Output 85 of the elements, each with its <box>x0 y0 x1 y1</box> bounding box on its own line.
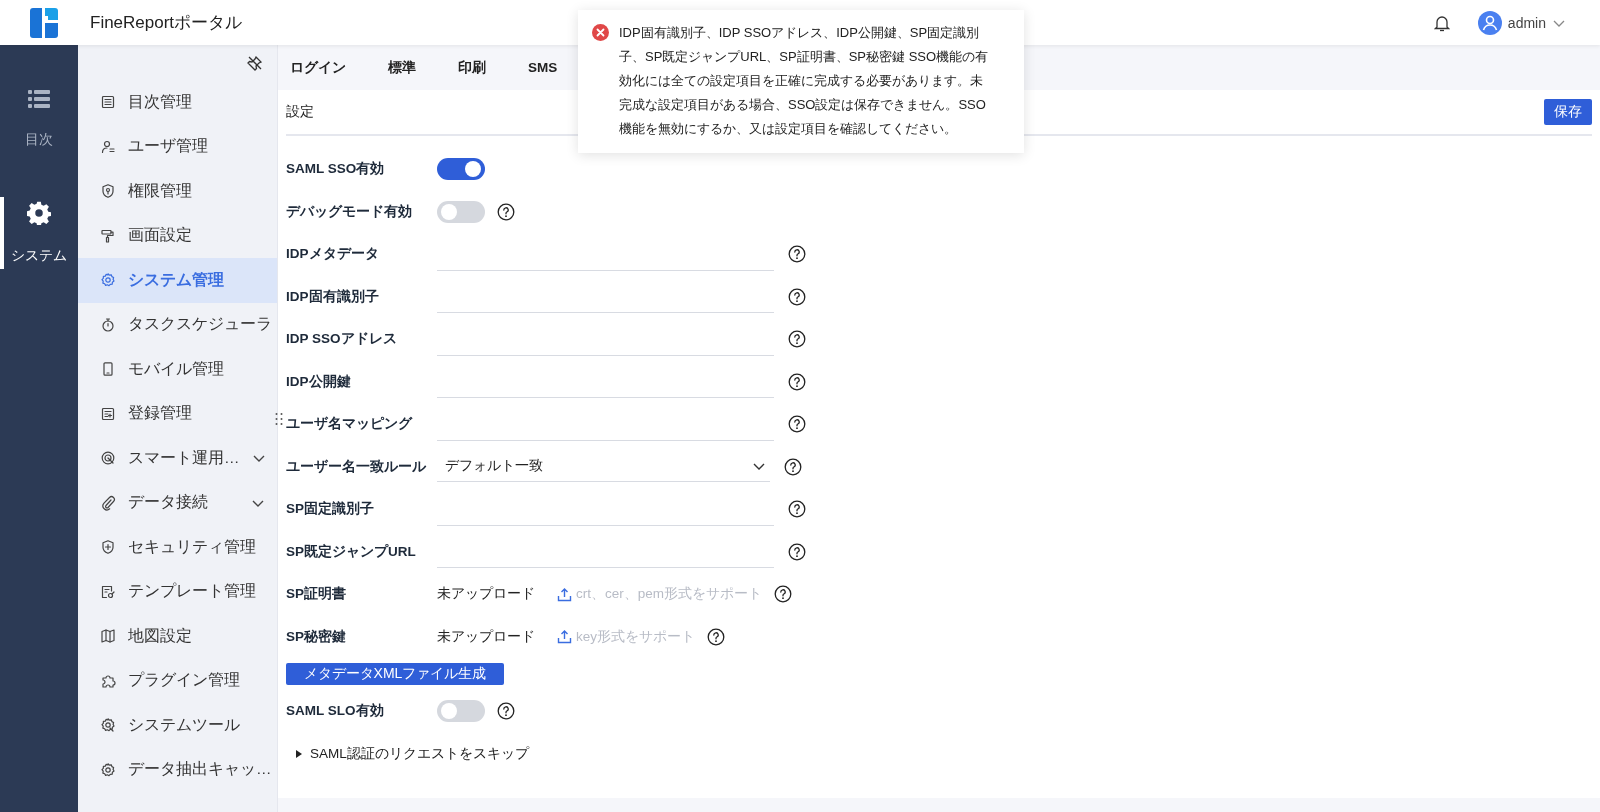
help-icon[interactable] <box>784 457 802 476</box>
sidebar-item[interactable]: 地図設定 <box>78 614 277 659</box>
puzzle-icon <box>100 672 116 689</box>
sidebar-item[interactable]: システム管理 <box>78 258 277 303</box>
radar-icon <box>100 450 116 467</box>
upload-icon <box>557 629 572 645</box>
list-icon <box>100 94 116 111</box>
list-icon <box>28 89 50 109</box>
field-label: IDP SSOアドレス <box>286 330 398 349</box>
sidebar-item[interactable]: データ抽出キャッ… <box>78 747 277 792</box>
sidebar-item[interactable]: データ接続 <box>78 480 277 525</box>
upload-status: 未アップロード <box>437 585 536 604</box>
paint-roller-icon <box>100 227 116 244</box>
help-icon[interactable] <box>497 702 515 721</box>
sidebar-item[interactable]: スマート運用… <box>78 436 277 481</box>
sidebar-item[interactable]: テンプレート管理 <box>78 569 277 614</box>
field-label: SAML SLO有効 <box>286 702 385 721</box>
field-label: SP秘密鍵 <box>286 627 347 646</box>
sidebar-item[interactable]: システムツール <box>78 703 277 748</box>
field-label: デバッグモード有効 <box>286 202 413 221</box>
phone-icon <box>100 361 116 378</box>
tab[interactable]: 印刷 <box>458 45 486 90</box>
upload-status: 未アップロード <box>437 627 536 646</box>
logo-icon <box>28 6 60 39</box>
app-title: FineReportポータル <box>90 12 243 34</box>
help-icon[interactable] <box>788 330 806 349</box>
help-icon[interactable] <box>788 372 806 391</box>
tab[interactable]: 標準 <box>388 45 416 90</box>
dropdown[interactable]: デフォルト一致 <box>437 451 770 482</box>
help-icon[interactable] <box>788 287 806 306</box>
toggle-switch[interactable] <box>437 158 485 181</box>
sidebar-item[interactable]: 登録管理 <box>78 391 277 436</box>
sidebar-item[interactable]: 目次管理 <box>78 80 277 125</box>
field-label: SP固定識別子 <box>286 500 375 519</box>
help-icon[interactable] <box>707 627 725 646</box>
sidebar-item[interactable]: モバイル管理 <box>78 347 277 392</box>
help-icon[interactable] <box>497 202 515 221</box>
shield-icon <box>100 183 116 200</box>
error-message: IDP固有識別子、IDP SSOアドレス、IDP公開鍵、SP固定識別子、SP既定ジャンプURL、SP証明書、SP秘密鍵 SSO機能の有効化には全ての設定項目を正確に完成する必要があります。未完成な設定項目がある場合、SSO設定は保存できません。SSO機能を無効にするか、又は設定項目を確認してください。 <box>619 24 990 138</box>
bell-icon[interactable] <box>1433 13 1450 32</box>
disclosure-toggle[interactable]: SAML認証のリクエストをスキップ <box>286 744 529 763</box>
help-icon[interactable] <box>774 585 792 604</box>
document-edit-icon <box>100 583 116 600</box>
sidebar-item[interactable]: セキュリティ管理 <box>78 525 277 570</box>
shield-plus-icon <box>100 539 116 556</box>
form-icon <box>100 405 116 422</box>
tab[interactable]: SMS <box>528 45 558 90</box>
avatar-icon[interactable] <box>1477 10 1502 35</box>
help-icon[interactable] <box>788 415 806 434</box>
error-icon <box>592 24 609 41</box>
save-button[interactable]: 保存 <box>1544 99 1592 125</box>
field-label: IDP公開鍵 <box>286 372 352 391</box>
tab[interactable]: ログイン <box>290 45 346 90</box>
sidebar-item[interactable]: 権限管理 <box>78 169 277 214</box>
help-icon[interactable] <box>788 542 806 561</box>
field-label: IDP固有識別子 <box>286 287 380 306</box>
generate-button[interactable]: メタデータXMLファイル生成 <box>286 663 504 685</box>
gear-icon <box>100 272 116 289</box>
sidebar-item[interactable]: ユーザ管理 <box>78 124 277 169</box>
toggle-switch[interactable] <box>437 200 485 223</box>
field-label: SAML SSO有効 <box>286 160 386 179</box>
gear-icon <box>100 761 116 778</box>
help-icon[interactable] <box>788 245 806 264</box>
gear-icon <box>100 717 116 734</box>
map-icon <box>100 628 116 645</box>
sidebar-item[interactable]: タスクスケジューラ <box>78 302 277 347</box>
pin-icon[interactable] <box>247 55 263 71</box>
rail-item[interactable]: システム <box>0 197 74 269</box>
upload-icon <box>557 586 572 602</box>
sidebar-item[interactable]: プラグイン管理 <box>78 658 277 703</box>
sidebar-item[interactable]: 画面設定 <box>78 213 277 258</box>
field-label: IDPメタデータ <box>286 245 380 264</box>
toggle-switch[interactable] <box>437 700 485 723</box>
user-name[interactable]: admin <box>1507 14 1546 31</box>
paperclip-icon <box>100 494 116 511</box>
rail-item[interactable]: 目次 <box>0 85 74 153</box>
stopwatch-icon <box>100 316 116 333</box>
user-icon <box>100 138 116 155</box>
field-label: SP証明書 <box>286 585 347 604</box>
section-title: 設定 <box>286 103 314 121</box>
help-icon[interactable] <box>788 500 806 519</box>
field-label: ユーザー名一致ルール <box>286 457 427 476</box>
field-label: ユーザ名マッピング <box>286 415 414 434</box>
gear-icon <box>27 201 51 225</box>
field-label: SP既定ジャンプURL <box>286 542 417 561</box>
